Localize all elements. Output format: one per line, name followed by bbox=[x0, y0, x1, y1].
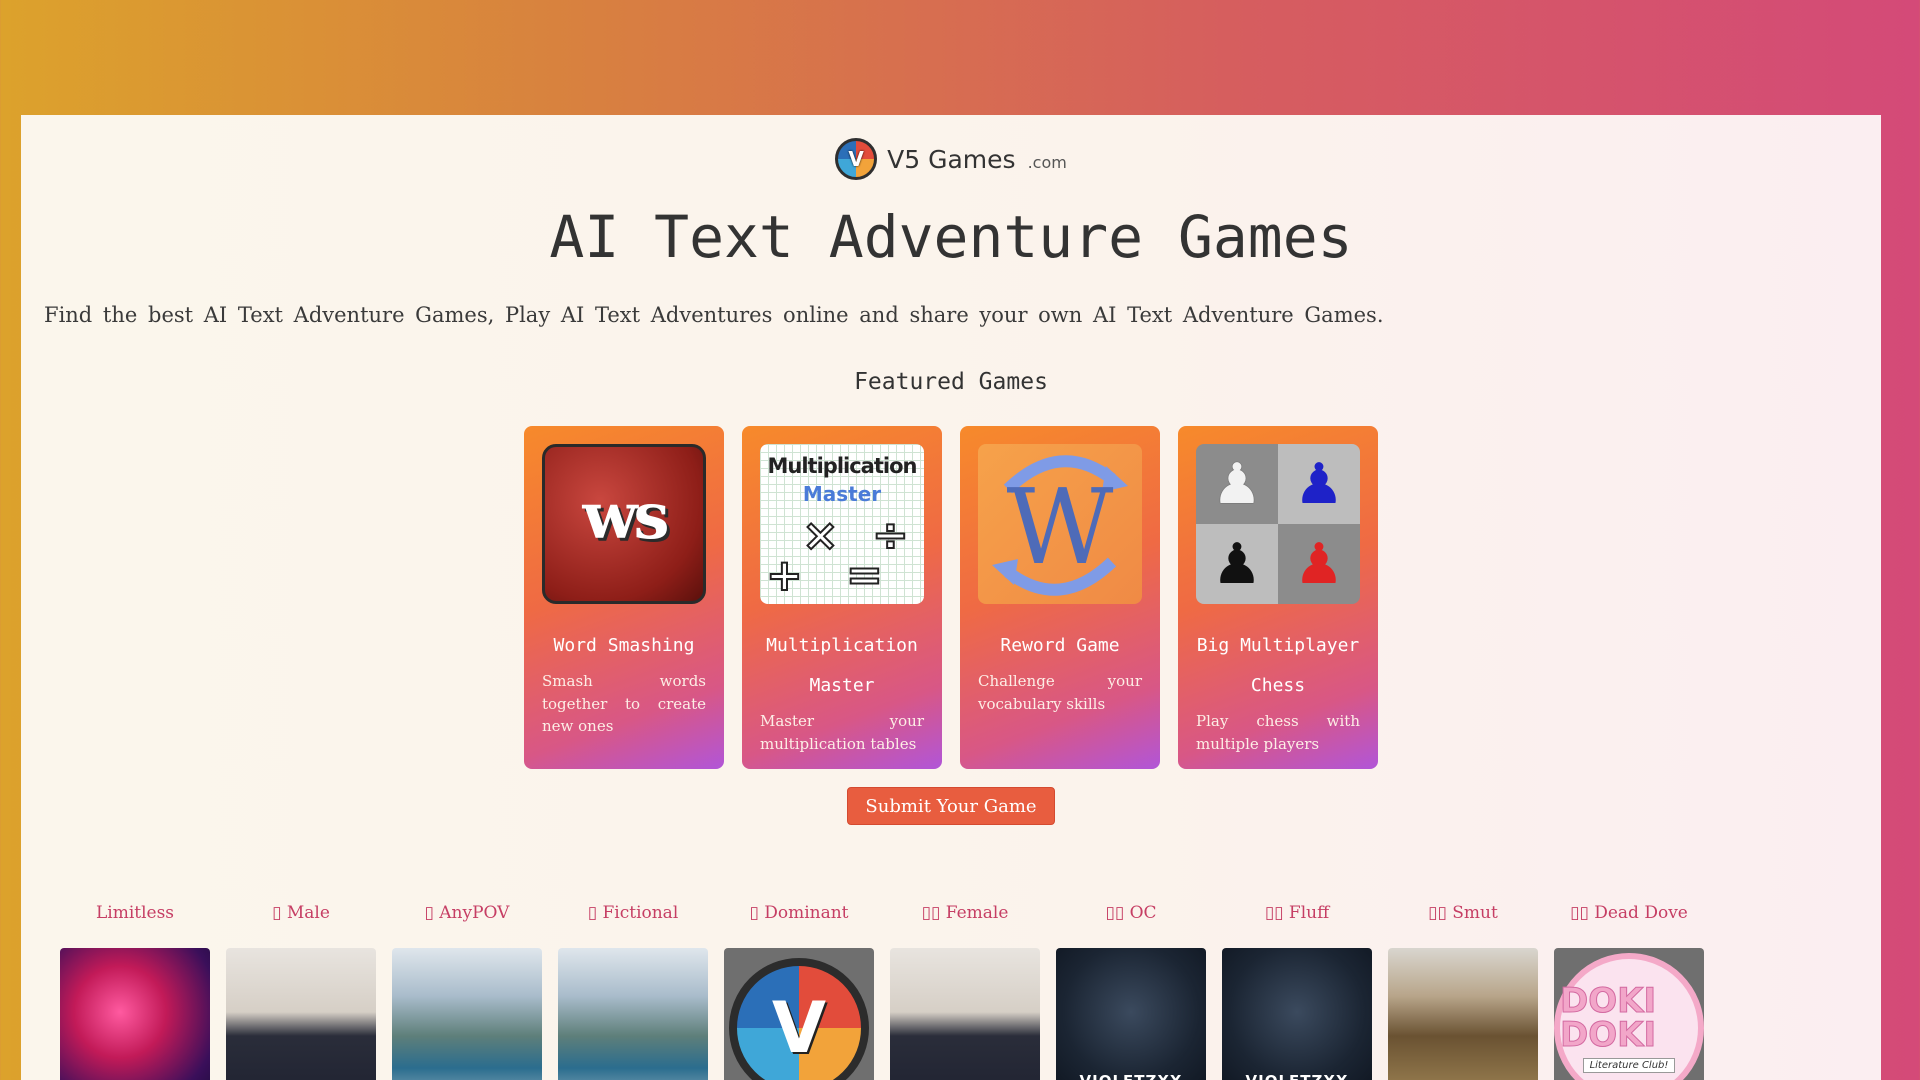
chess-image: ♟ ♟ ♟ ♟ bbox=[1196, 444, 1360, 604]
tag-anypov[interactable]: ▯ AnyPOV bbox=[392, 900, 542, 1080]
tag-list: Limitless ▯ Male ▯ AnyPOV ▯ Fictional ▯ … bbox=[60, 900, 1704, 1080]
game-card-description: Smash words together to create new ones bbox=[542, 672, 706, 735]
tag-label[interactable]: ▯ Dominant bbox=[749, 900, 848, 926]
tag-image[interactable] bbox=[558, 948, 708, 1080]
tag-label[interactable]: ▯▯ OC bbox=[1105, 900, 1156, 926]
blue-pawn-icon: ♟ bbox=[1278, 444, 1360, 524]
word-smashing-image: ws bbox=[542, 444, 706, 604]
game-card-big-multiplayer-chess[interactable]: ♟ ♟ ♟ ♟ Big Multiplayer Chess Play chess… bbox=[1178, 426, 1378, 769]
tag-male[interactable]: ▯ Male bbox=[226, 900, 376, 1080]
tag-label[interactable]: ▯ AnyPOV bbox=[425, 900, 510, 926]
game-card-title: Word Smashing bbox=[553, 635, 695, 656]
tag-fictional[interactable]: ▯ Fictional bbox=[558, 900, 708, 1080]
plus-icon: + bbox=[765, 549, 804, 602]
tag-image[interactable]: VIOLETZXX bbox=[1056, 948, 1206, 1080]
tag-image[interactable]: V bbox=[724, 948, 874, 1080]
tag-label[interactable]: ▯▯ Dead Dove bbox=[1570, 900, 1688, 926]
page-title: AI Text Adventure Games bbox=[549, 203, 1353, 271]
game-card-description: Challenge your vocabulary skills bbox=[978, 672, 1142, 713]
v5-logo-icon: V bbox=[835, 138, 878, 180]
game-card-title: Reword Game bbox=[1000, 635, 1120, 656]
game-card-title: Big Multiplayer Chess bbox=[1196, 635, 1360, 696]
tag-image[interactable] bbox=[60, 948, 210, 1080]
tag-label[interactable]: ▯▯ Smut bbox=[1428, 900, 1498, 926]
multiply-icon: × bbox=[801, 509, 840, 562]
tag-dead-dove[interactable]: ▯▯ Dead Dove DOKI DOKI Literature Club! bbox=[1554, 900, 1704, 1080]
tag-limitless[interactable]: Limitless bbox=[60, 900, 210, 1080]
game-card-description: Master your multiplication tables bbox=[760, 712, 924, 753]
tag-smut[interactable]: ▯▯ Smut bbox=[1388, 900, 1538, 1080]
game-card-title: Multiplication Master bbox=[766, 635, 918, 696]
game-card-reword-game[interactable]: W Reword Game Challenge your vocabulary … bbox=[960, 426, 1160, 769]
multiplication-master-image: Multiplication Master × ÷ + = bbox=[760, 444, 924, 604]
tag-oc[interactable]: ▯▯ OC VIOLETZXX bbox=[1056, 900, 1206, 1080]
red-pawn-icon: ♟ bbox=[1278, 524, 1360, 604]
main-panel: V V5 Games .com AI Text Adventure Games … bbox=[21, 115, 1881, 1080]
tag-label[interactable]: ▯▯ Female bbox=[922, 900, 1009, 926]
tag-image[interactable] bbox=[1388, 948, 1538, 1080]
brand-name[interactable]: V5 Games bbox=[887, 145, 1015, 174]
tag-dominant[interactable]: ▯ Dominant V bbox=[724, 900, 874, 1080]
tag-image[interactable]: DOKI DOKI Literature Club! bbox=[1554, 948, 1704, 1080]
v5-logo-icon: V bbox=[729, 958, 869, 1080]
tag-label[interactable]: ▯ Male bbox=[272, 900, 330, 926]
featured-games: ws Word Smashing Smash words together to… bbox=[524, 426, 1378, 769]
tag-image[interactable] bbox=[392, 948, 542, 1080]
tag-label[interactable]: Limitless bbox=[96, 900, 174, 926]
page-tagline: Find the best AI Text Adventure Games, P… bbox=[44, 303, 1384, 327]
game-card-description: Play chess with multiple players bbox=[1196, 712, 1360, 753]
submit-game-button[interactable]: Submit Your Game bbox=[847, 787, 1055, 825]
game-card-multiplication-master[interactable]: Multiplication Master × ÷ + = Multiplica… bbox=[742, 426, 942, 769]
reword-game-image: W bbox=[978, 444, 1142, 604]
black-pawn-icon: ♟ bbox=[1196, 524, 1278, 604]
tag-fluff[interactable]: ▯▯ Fluff VIOLETZXX bbox=[1222, 900, 1372, 1080]
brand-header[interactable]: V V5 Games .com bbox=[21, 137, 1881, 181]
tag-image[interactable] bbox=[890, 948, 1040, 1080]
game-card-word-smashing[interactable]: ws Word Smashing Smash words together to… bbox=[524, 426, 724, 769]
tag-female[interactable]: ▯▯ Female bbox=[890, 900, 1040, 1080]
tag-label[interactable]: ▯▯ Fluff bbox=[1265, 900, 1329, 926]
equals-icon: = bbox=[845, 549, 884, 602]
tag-image[interactable] bbox=[226, 948, 376, 1080]
featured-heading: Featured Games bbox=[854, 369, 1048, 395]
white-pawn-icon: ♟ bbox=[1196, 444, 1278, 524]
tag-label[interactable]: ▯ Fictional bbox=[588, 900, 679, 926]
tag-image[interactable]: VIOLETZXX bbox=[1222, 948, 1372, 1080]
brand-tld: .com bbox=[1027, 152, 1067, 172]
